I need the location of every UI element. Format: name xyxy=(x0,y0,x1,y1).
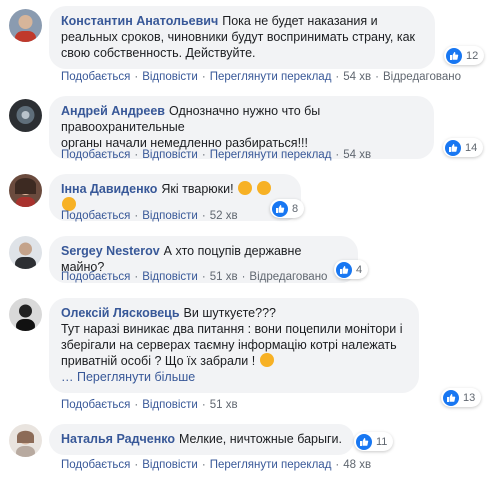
reaction-count[interactable]: 4 xyxy=(334,260,369,279)
like-link[interactable]: Подобається xyxy=(61,271,130,283)
thumbs-up-icon xyxy=(356,433,372,450)
thumbs-up-icon xyxy=(445,139,461,156)
edited-label: Відредаговано xyxy=(382,71,462,83)
like-link[interactable]: Подобається xyxy=(61,149,130,161)
timestamp[interactable]: 48 хв xyxy=(343,459,371,471)
comment-actions: Подобається · Відповісти · Переглянути перек… xyxy=(61,71,462,83)
reaction-count[interactable]: 13 xyxy=(441,388,482,407)
avatar[interactable] xyxy=(9,9,42,42)
comment-author[interactable]: Олексій Лясковець xyxy=(61,306,180,320)
timestamp[interactable]: 54 хв xyxy=(343,149,371,161)
reaction-count[interactable]: 12 xyxy=(444,46,485,65)
thumbs-up-icon xyxy=(446,47,462,64)
comment-actions: Подобається · Відповісти · 52 хв xyxy=(61,210,238,222)
comment-actions: Подобається · Відповісти · 51 хв · Відредагова… xyxy=(61,271,328,283)
reply-link[interactable]: Відповісти xyxy=(142,71,198,83)
like-link[interactable]: Подобається xyxy=(61,71,130,83)
angry-face-icon xyxy=(62,197,76,211)
reply-link[interactable]: Відповісти xyxy=(142,459,198,471)
reply-link[interactable]: Відповісти xyxy=(142,210,198,222)
thumbs-up-icon xyxy=(443,389,459,406)
reply-link[interactable]: Відповісти xyxy=(142,271,198,283)
comment-bubble: Наталья Радченко Мелкие, ничтожные барыги… xyxy=(49,424,354,455)
reaction-count[interactable]: 8 xyxy=(270,199,305,218)
thinking-face-icon xyxy=(259,353,274,367)
comment-text: Які тварюки! xyxy=(161,182,234,196)
avatar[interactable] xyxy=(9,236,42,269)
comment-bubble: Константин Анатольевич Пока не будет нака… xyxy=(49,6,435,69)
translate-link[interactable]: Переглянути переклад xyxy=(210,149,332,161)
like-link[interactable]: Подобається xyxy=(61,399,130,411)
timestamp[interactable]: 54 хв xyxy=(343,71,371,83)
timestamp[interactable]: 51 хв xyxy=(210,399,238,411)
comment-bubble: Олексій Лясковець Ви шуткуєте??? Тут нара… xyxy=(49,298,419,393)
translate-link[interactable]: Переглянути переклад xyxy=(210,459,332,471)
reaction-count[interactable]: 11 xyxy=(354,432,394,451)
comment-actions: Подобається · Відповісти · Переглянути перек… xyxy=(61,149,372,161)
timestamp[interactable]: 51 хв xyxy=(210,271,238,283)
comment-author[interactable]: Інна Давиденко xyxy=(61,182,157,196)
comment-actions: Подобається · Відповісти · 51 хв xyxy=(61,399,238,411)
angry-face-icon xyxy=(238,181,253,195)
timestamp[interactable]: 52 хв xyxy=(210,210,238,222)
avatar[interactable] xyxy=(9,424,42,457)
comment-author[interactable]: Андрей Андреев xyxy=(61,104,165,118)
angry-face-icon xyxy=(256,181,271,195)
like-link[interactable]: Подобається xyxy=(61,459,130,471)
reply-link[interactable]: Відповісти xyxy=(142,149,198,161)
avatar[interactable] xyxy=(9,99,42,132)
see-more-link[interactable]: … Переглянути більше xyxy=(61,370,195,384)
translate-link[interactable]: Переглянути переклад xyxy=(210,71,332,83)
comment-text: Мелкие, ничтожные барыги. xyxy=(179,432,342,446)
thumbs-up-icon xyxy=(336,261,352,278)
avatar[interactable] xyxy=(9,298,42,331)
comment-actions: Подобається · Відповісти · Переглянути перек… xyxy=(61,459,372,471)
thumbs-up-icon xyxy=(272,200,288,217)
reaction-count[interactable]: 14 xyxy=(443,138,484,157)
avatar[interactable] xyxy=(9,174,42,207)
like-link[interactable]: Подобається xyxy=(61,210,130,222)
comment-author[interactable]: Sergey Nesterov xyxy=(61,244,160,258)
edited-label: Відредаговано xyxy=(249,271,328,283)
comment-author[interactable]: Константин Анатольевич xyxy=(61,14,218,28)
comment-author[interactable]: Наталья Радченко xyxy=(61,432,175,446)
reply-link[interactable]: Відповісти xyxy=(142,399,198,411)
